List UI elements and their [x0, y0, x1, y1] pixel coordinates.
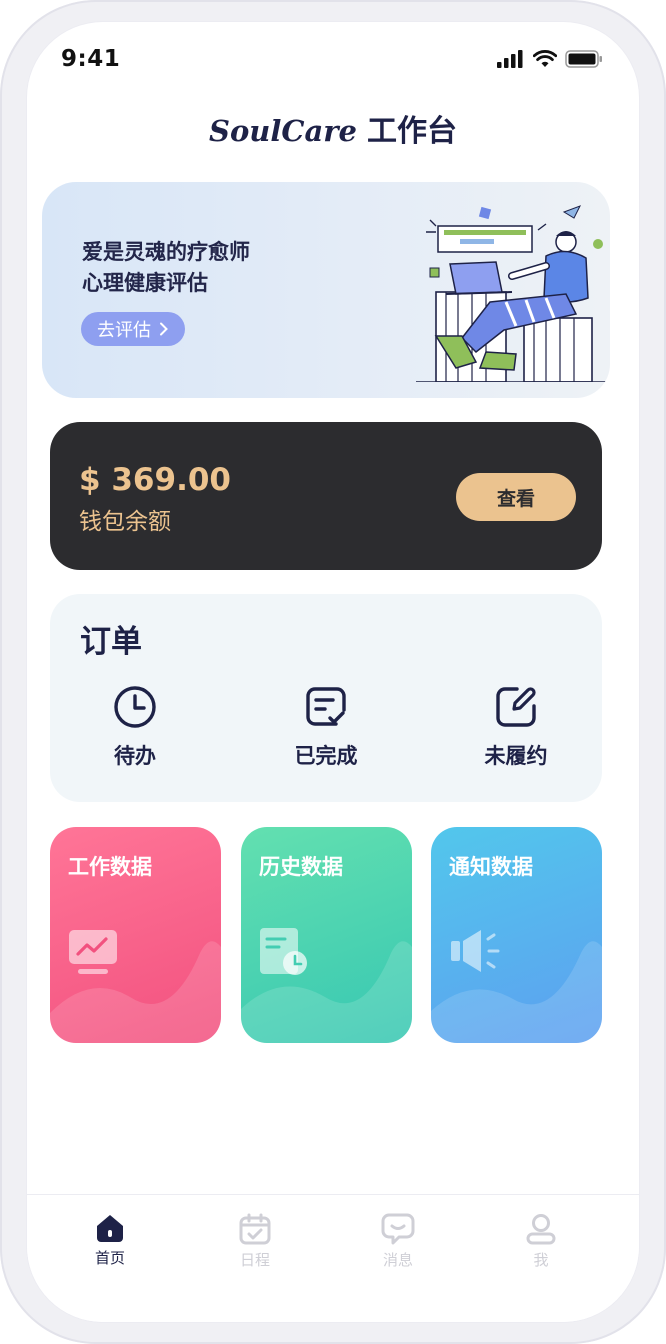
tab-schedule[interactable]: 日程 [210, 1213, 300, 1270]
notification-data-title: 通知数据 [449, 855, 533, 879]
order-unfulfilled[interactable]: 未履约 [456, 684, 576, 770]
work-data-title: 工作数据 [68, 855, 152, 879]
banner-slogan: 爱是灵魂的疗愈师 [82, 240, 250, 264]
page-title: SoulCare 工作台 [27, 106, 639, 150]
banner-subtitle: 心理健康评估 [82, 271, 208, 295]
work-data-card[interactable]: 工作数据 [50, 827, 221, 1043]
order-todo-label: 待办 [114, 744, 156, 768]
wifi-icon [533, 50, 557, 67]
brand-logo: SoulCare [209, 114, 357, 148]
home-icon [97, 1215, 123, 1242]
user-icon [526, 1214, 556, 1245]
chat-icon [381, 1213, 415, 1245]
tab-schedule-label: 日程 [239, 1251, 270, 1269]
status-icons [497, 50, 603, 68]
tab-home[interactable]: 首页 [65, 1213, 155, 1268]
orders-panel: 订单 待办 已完成 未履约 [50, 594, 602, 802]
orders-title: 订单 [80, 624, 142, 660]
view-wallet-button[interactable]: 查看 [456, 473, 576, 521]
checklist-icon [306, 687, 346, 726]
clock-icon [114, 686, 156, 728]
edit-icon [496, 687, 536, 727]
tab-me[interactable]: 我 [496, 1213, 586, 1270]
assessment-banner[interactable]: 爱是灵魂的疗愈师 心理健康评估 去评估 [42, 182, 610, 398]
tab-messages[interactable]: 消息 [353, 1213, 443, 1270]
notification-data-card[interactable]: 通知数据 [431, 827, 602, 1043]
wallet-card: $ 369.00 钱包余额 查看 [50, 422, 602, 570]
tab-messages-label: 消息 [382, 1251, 413, 1269]
order-completed[interactable]: 已完成 [266, 684, 386, 770]
megaphone-icon [451, 930, 500, 972]
go-assessment-label: 去评估 [97, 320, 151, 341]
signal-icon [497, 50, 523, 68]
history-data-title: 历史数据 [259, 855, 343, 879]
history-data-card[interactable]: 历史数据 [241, 827, 412, 1043]
chevron-right-icon [160, 322, 168, 336]
calendar-icon [239, 1213, 271, 1245]
tab-me-label: 我 [533, 1251, 549, 1269]
wallet-amount: $ 369.00 [79, 462, 231, 498]
order-unfulfilled-label: 未履约 [484, 744, 548, 768]
go-assessment-button[interactable]: 去评估 [81, 312, 185, 346]
tab-home-label: 首页 [94, 1249, 125, 1267]
monitor-chart-icon [69, 930, 117, 974]
document-clock-icon [260, 928, 307, 975]
screen: 9:41 SoulCare 工作台 爱是灵魂的疗愈师 心理健康评估 去评估 $ … [27, 22, 639, 1322]
battery-icon [565, 50, 602, 68]
order-todo[interactable]: 待办 [75, 684, 195, 770]
wallet-label: 钱包余额 [79, 509, 171, 535]
phone-frame: 9:41 SoulCare 工作台 爱是灵魂的疗愈师 心理健康评估 去评估 $ … [0, 0, 666, 1344]
tab-bar: 首页 日程 消息 我 [27, 1194, 639, 1322]
person-laptop-illustration [416, 205, 606, 382]
status-time: 9:41 [61, 46, 121, 72]
order-completed-label: 已完成 [294, 744, 358, 768]
title-suffix: 工作台 [367, 114, 457, 149]
